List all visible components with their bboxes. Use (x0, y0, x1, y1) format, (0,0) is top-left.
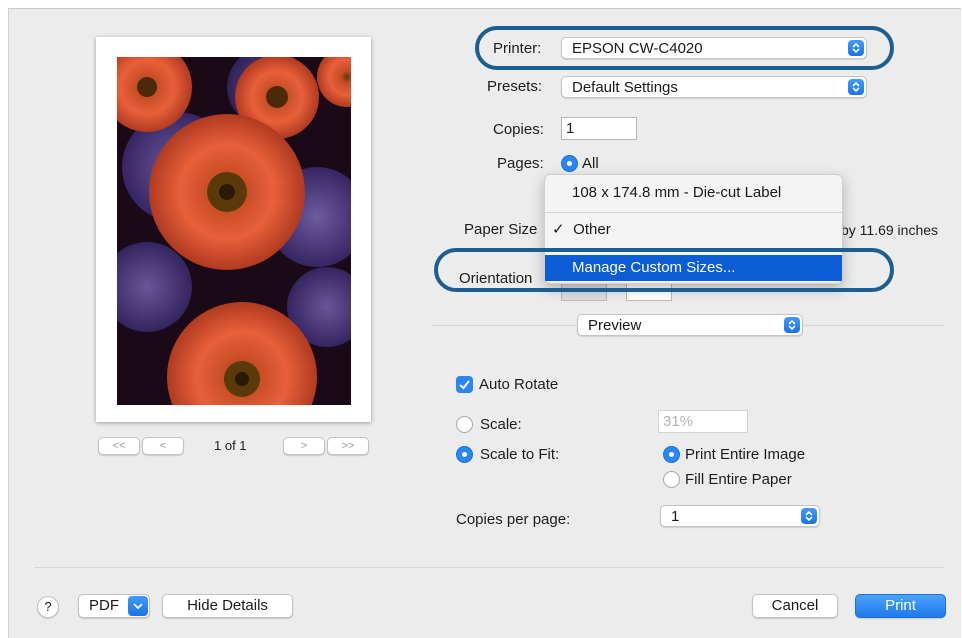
section-popup[interactable]: Preview (577, 314, 803, 336)
scale-radio[interactable] (456, 416, 473, 433)
print-entire-image-radio[interactable] (663, 446, 680, 463)
previous-page-button[interactable]: < (142, 437, 184, 455)
copies-per-page-value: 1 (671, 508, 680, 525)
copies-per-page-label: Copies per page: (456, 511, 571, 528)
chevron-updown-icon (801, 508, 817, 524)
auto-rotate-checkbox[interactable] (456, 376, 473, 393)
pages-label: Pages: (497, 155, 544, 172)
presets-label: Presets: (487, 78, 543, 95)
section-popup-value: Preview (588, 317, 642, 334)
manage-custom-sizes-highlight-ring (434, 248, 894, 292)
chevron-updown-icon (784, 317, 800, 333)
checkmark-icon: ✓ (552, 221, 565, 238)
auto-rotate-label: Auto Rotate (479, 376, 559, 393)
checkmark-icon (459, 380, 470, 390)
pages-all-label: All (582, 155, 599, 172)
menu-item-other[interactable]: ✓ Other (545, 217, 842, 243)
paper-size-dimensions: by 11.69 inches (841, 222, 939, 238)
flower-photo-thumbnail (117, 57, 351, 405)
pdf-label: PDF (89, 597, 119, 614)
print-preview-page (96, 37, 371, 422)
printer-highlight-ring (475, 26, 894, 70)
scale-input[interactable]: 31% (658, 410, 748, 433)
copies-per-page-popup[interactable]: 1 (660, 505, 820, 527)
presets-value: Default Settings (572, 79, 678, 96)
fill-entire-paper-radio[interactable] (663, 471, 680, 488)
last-page-button[interactable]: >> (327, 437, 369, 455)
hide-details-button[interactable]: Hide Details (162, 594, 293, 618)
copies-input[interactable]: 1 (561, 117, 637, 140)
print-entire-image-label: Print Entire Image (685, 446, 806, 463)
scale-to-fit-label: Scale to Fit: (480, 446, 560, 463)
chevron-down-icon (128, 596, 148, 616)
cancel-button[interactable]: Cancel (752, 594, 838, 618)
menu-item-label: Other (573, 221, 611, 238)
first-page-button[interactable]: << (98, 437, 140, 455)
pages-all-radio[interactable] (561, 155, 578, 172)
paper-size-label: Paper Size (464, 221, 538, 238)
fill-entire-paper-label: Fill Entire Paper (685, 471, 792, 488)
chevron-updown-icon (848, 79, 864, 95)
print-button[interactable]: Print (855, 594, 946, 618)
scale-to-fit-radio[interactable] (456, 446, 473, 463)
next-page-button[interactable]: > (283, 437, 325, 455)
menu-item-die-cut-label[interactable]: 108 x 174.8 mm - Die-cut Label (545, 180, 842, 206)
help-button[interactable]: ? (37, 596, 59, 618)
presets-popup[interactable]: Default Settings (561, 76, 867, 98)
menu-item-label: 108 x 174.8 mm - Die-cut Label (572, 184, 782, 201)
page-indicator: 1 of 1 (214, 438, 247, 453)
copies-label: Copies: (493, 121, 544, 138)
footer-divider (34, 567, 944, 568)
menu-separator (545, 212, 842, 213)
pdf-menu-button[interactable]: PDF (78, 594, 150, 618)
scale-label: Scale: (480, 416, 522, 433)
